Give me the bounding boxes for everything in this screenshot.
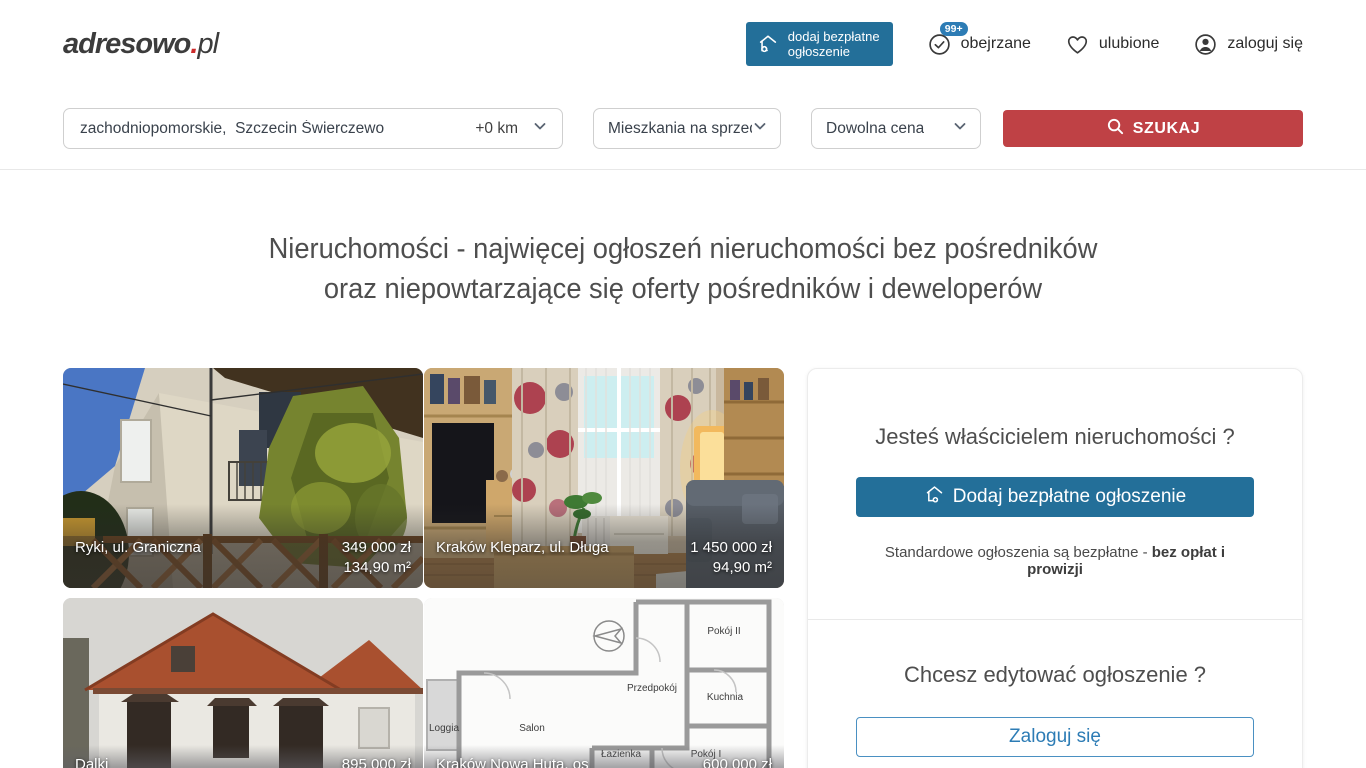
- heart-icon: [1065, 32, 1090, 57]
- add-listing-label: dodaj bezpłatne ogłoszenie: [788, 29, 880, 60]
- search-bar: +0 km Mieszkania na sprzeda Dowolna cena: [63, 108, 1303, 149]
- chevron-down-icon: [752, 118, 768, 139]
- logo-main: adresowo: [63, 28, 190, 60]
- add-free-listing-label: Dodaj bezpłatne ogłoszenie: [953, 486, 1186, 508]
- location-field[interactable]: +0 km: [63, 108, 563, 149]
- edit-heading: Chcesz edytować ogłoszenie ?: [856, 662, 1254, 688]
- owner-heading: Jesteś właścicielem nieruchomości ?: [856, 424, 1254, 450]
- search-icon: [1106, 117, 1125, 141]
- login-link[interactable]: zaloguj się: [1193, 32, 1303, 57]
- viewed-count-badge: 99+: [940, 22, 968, 37]
- listing-photo-floorplan: Pokój II Przedpokój Kuchnia Salon Loggia…: [424, 598, 784, 768]
- chevron-down-icon: [952, 118, 968, 139]
- price-select[interactable]: Dowolna cena: [811, 108, 981, 149]
- top-bar: adresowo.pl dodaj bezpłatne ogłoszenie: [63, 0, 1303, 88]
- listings-grid: Ryki, ul. Graniczna 349 000 zł 134,90 m²: [63, 368, 784, 768]
- listing-area: 134,90 m²: [342, 558, 411, 578]
- listing-caption: Kraków Nowa Huta, os 600 000 zł: [424, 745, 784, 768]
- house-plus-icon: [757, 33, 779, 55]
- category-select[interactable]: Mieszkania na sprzeda: [593, 108, 781, 149]
- chevron-down-icon: [532, 118, 548, 139]
- listing-area: 94,90 m²: [690, 558, 772, 578]
- check-circle-icon: 99+: [927, 32, 952, 57]
- page-title-line1: Nieruchomości - najwięcej ogłoszeń nieru…: [41, 229, 1325, 269]
- logo-tld: pl: [197, 28, 218, 60]
- listing-card-kleparz[interactable]: Kraków Kleparz, ul. Długa 1 450 000 zł 9…: [424, 368, 784, 588]
- user-circle-icon: [1193, 32, 1218, 57]
- listing-photo-house-red-roof: [63, 598, 423, 768]
- login-button[interactable]: Zaloguj się: [856, 717, 1254, 757]
- floorplan-room-label: Przedpokój: [627, 683, 677, 694]
- favorites-link[interactable]: ulubione: [1065, 32, 1160, 57]
- location-input[interactable]: [80, 120, 475, 138]
- floorplan-room-label: Kuchnia: [707, 692, 744, 703]
- listing-title: Dalki: [63, 755, 108, 768]
- house-plus-icon: [924, 484, 945, 511]
- radius-value[interactable]: +0 km: [475, 120, 518, 138]
- listing-card-ryki[interactable]: Ryki, ul. Graniczna 349 000 zł 134,90 m²: [63, 368, 423, 588]
- header-divider: [0, 169, 1366, 170]
- favorites-label: ulubione: [1099, 35, 1160, 53]
- listing-price-area: 600 000 zł: [703, 755, 784, 768]
- listing-title: Ryki, ul. Graniczna: [63, 538, 201, 558]
- page: adresowo.pl dodaj bezpłatne ogłoszenie: [0, 0, 1366, 768]
- listing-price: 349 000 zł: [342, 538, 411, 558]
- add-free-listing-button[interactable]: Dodaj bezpłatne ogłoszenie: [856, 477, 1254, 517]
- page-title: Nieruchomości - najwięcej ogłoszeń nieru…: [41, 229, 1325, 309]
- search-button[interactable]: SZUKAJ: [1003, 110, 1303, 147]
- search-button-label: SZUKAJ: [1133, 120, 1201, 138]
- page-title-line2: oraz niepowtarzające się oferty pośredni…: [41, 269, 1325, 309]
- login-label: zaloguj się: [1227, 35, 1303, 53]
- price-value: Dowolna cena: [826, 120, 924, 138]
- listing-card-dalki[interactable]: Dalki 895 000 zł: [63, 598, 423, 768]
- listing-caption: Kraków Kleparz, ul. Długa 1 450 000 zł 9…: [424, 504, 784, 588]
- floorplan-room-label: Salon: [519, 723, 545, 734]
- listing-price-area: 1 450 000 zł 94,90 m²: [690, 538, 784, 578]
- listing-card-nowa-huta[interactable]: Pokój II Przedpokój Kuchnia Salon Loggia…: [424, 598, 784, 768]
- owner-promo-card: Jesteś właścicielem nieruchomości ? Doda…: [807, 368, 1303, 768]
- floorplan-room-label: Loggia: [429, 723, 459, 734]
- listing-title: Kraków Kleparz, ul. Długa: [424, 538, 609, 558]
- promo-divider: [808, 619, 1302, 620]
- add-listing-button[interactable]: dodaj bezpłatne ogłoszenie: [746, 22, 893, 67]
- listing-price: 600 000 zł: [703, 755, 772, 768]
- listing-title: Kraków Nowa Huta, os: [424, 755, 589, 768]
- listing-price: 895 000 zł: [342, 755, 411, 768]
- top-actions: dodaj bezpłatne ogłoszenie 99+ obejrzane: [746, 22, 1303, 67]
- listing-price-area: 349 000 zł 134,90 m²: [342, 538, 423, 578]
- owner-note: Standardowe ogłoszenia są bezpłatne - be…: [856, 544, 1254, 578]
- logo[interactable]: adresowo.pl: [63, 28, 218, 61]
- listing-caption: Ryki, ul. Graniczna 349 000 zł 134,90 m²: [63, 504, 423, 588]
- listing-price-area: 895 000 zł: [342, 755, 423, 768]
- floorplan-room-label: Pokój II: [707, 626, 740, 637]
- viewed-label: obejrzane: [961, 35, 1031, 53]
- listing-caption: Dalki 895 000 zł: [63, 745, 423, 768]
- listing-price: 1 450 000 zł: [690, 538, 772, 558]
- category-value: Mieszkania na sprzeda: [608, 120, 752, 138]
- viewed-link[interactable]: 99+ obejrzane: [927, 32, 1031, 57]
